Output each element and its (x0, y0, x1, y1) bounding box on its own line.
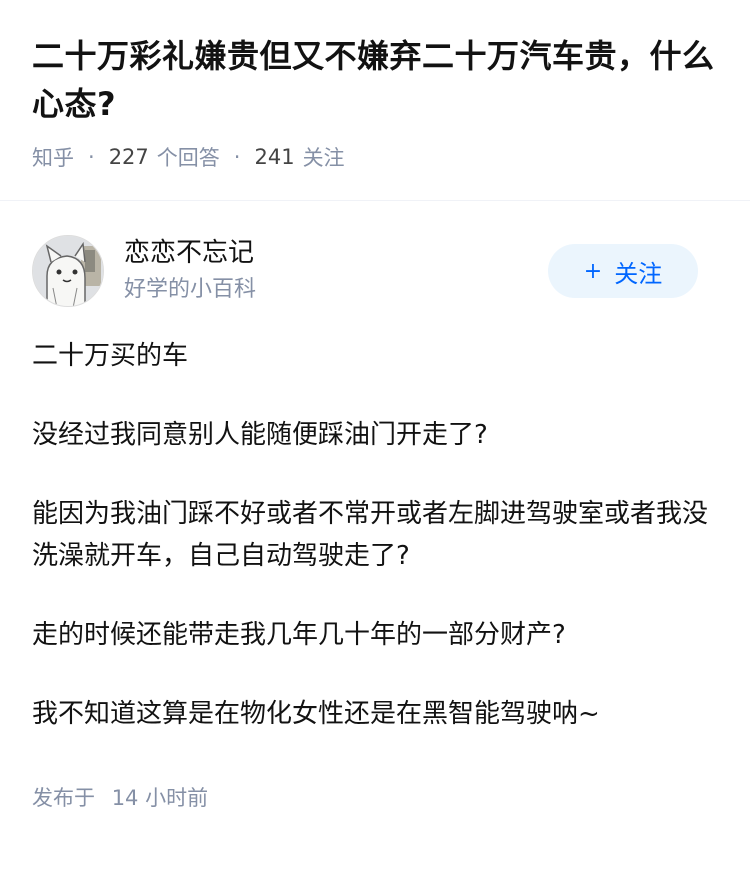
follower-count: 241 (254, 145, 295, 169)
follow-button[interactable]: + 关注 (548, 244, 698, 298)
source-label[interactable]: 知乎 (32, 142, 74, 172)
question-header: 二十万彩礼嫌贵但又不嫌弃二十万汽车贵，什么心态? 知乎 · 227 个回答 · … (0, 0, 750, 170)
answer-paragraph: 走的时候还能带走我几年几十年的一部分财产? (32, 620, 566, 650)
answer-paragraph: 二十万买的车 (32, 341, 189, 371)
answer-paragraph: 我不知道这算是在物化女性还是在黑智能驾驶呐~ (32, 699, 600, 729)
follower-count-label: 关注 (302, 146, 345, 170)
separator-dot: · (233, 145, 241, 169)
avatar[interactable] (32, 235, 104, 307)
question-title[interactable]: 二十万彩礼嫌贵但又不嫌弃二十万汽车贵，什么心态? (32, 32, 718, 128)
separator-dot: · (88, 145, 95, 169)
answer-count-label[interactable]: 个回答 (157, 142, 220, 172)
answer-paragraph: 能因为我油门踩不好或者不常开或者左脚进驾驶室或者我没洗澡就开车，自己自动驾驶走了… (32, 499, 709, 571)
posted-label: 发布于 (32, 786, 95, 810)
author-row: 恋恋不忘记 好学的小百科 + 关注 (0, 201, 750, 307)
plus-icon: + (583, 258, 603, 284)
follow-button-label: 关注 (614, 259, 663, 288)
author-name[interactable]: 恋恋不忘记 (124, 236, 548, 270)
answer-body: 二十万买的车 没经过我同意别人能随便踩油门开走了? 能因为我油门踩不好或者不常开… (0, 307, 750, 735)
answer-count: 227 (108, 145, 149, 169)
answer-paragraph: 没经过我同意别人能随便踩油门开走了? (32, 420, 488, 450)
posted-time: 14 小时前 (111, 786, 209, 810)
author-badge: 好学的小百科 (124, 277, 257, 302)
answer-footer: 发布于 14 小时前 (0, 772, 750, 812)
question-meta: 知乎 · 227 个回答 · 241 关注 (32, 142, 718, 172)
author-info: 恋恋不忘记 好学的小百科 (124, 236, 548, 306)
